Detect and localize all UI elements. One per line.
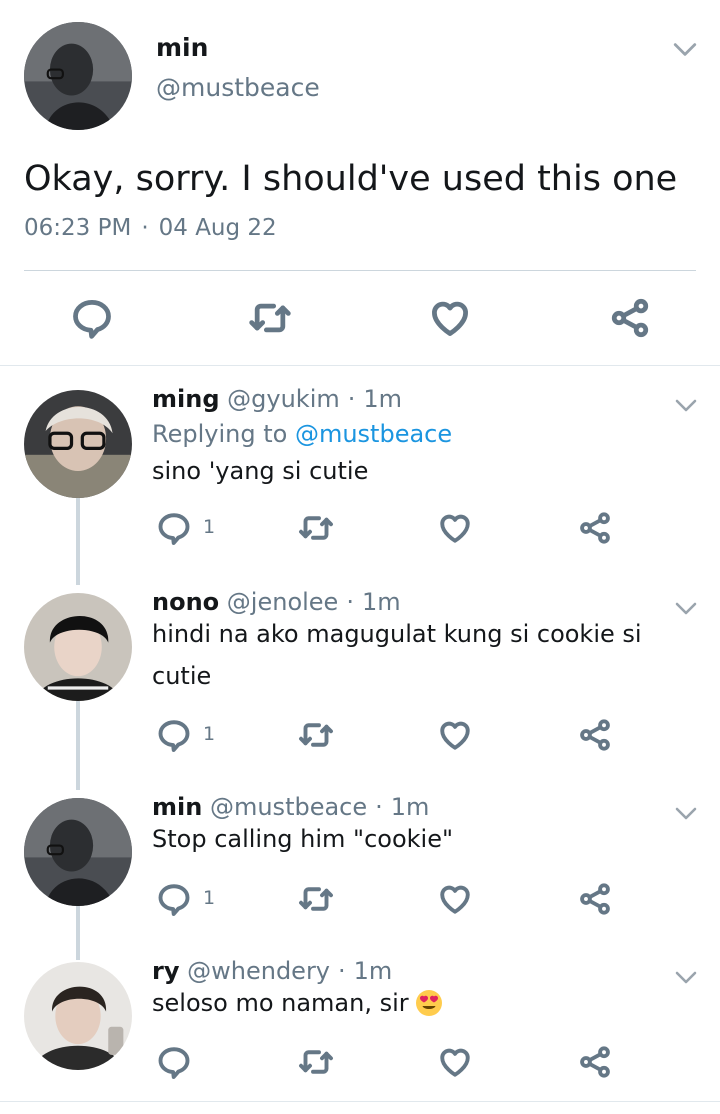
reply-time: 1m (361, 588, 401, 616)
avatar[interactable] (24, 22, 132, 130)
reply-count: 1 (203, 723, 216, 745)
reply-text: hindi na ako magugulat kung si cookie si… (152, 613, 672, 697)
main-tweet: min @mustbeace Okay, sorry. I should've … (0, 0, 720, 366)
display-name[interactable]: nono (152, 588, 219, 616)
chevron-down-icon[interactable] (674, 805, 698, 823)
like-icon[interactable] (437, 881, 473, 917)
share-icon[interactable] (577, 881, 613, 917)
display-name[interactable]: min (156, 33, 208, 62)
share-icon[interactable] (577, 510, 613, 546)
reply-text: sino 'yang si cutie (152, 457, 369, 485)
retweet-icon[interactable] (298, 717, 334, 753)
separator: · (347, 385, 356, 413)
user-handle[interactable]: @gyukim (227, 385, 340, 413)
like-icon[interactable] (437, 510, 473, 546)
retweet-icon[interactable] (298, 1044, 334, 1080)
divider (24, 270, 696, 271)
retweet-icon[interactable] (298, 881, 334, 917)
tweet-timestamp[interactable]: 06:23 PM · 04 Aug 22 (24, 215, 277, 241)
reply-icon[interactable] (156, 510, 192, 546)
retweet-icon[interactable] (248, 296, 292, 340)
separator: · (375, 793, 383, 821)
reply-time: 1m (353, 957, 393, 985)
avatar[interactable] (24, 390, 132, 498)
share-icon[interactable] (577, 1044, 613, 1080)
display-name[interactable]: min (152, 793, 202, 821)
like-icon[interactable] (437, 717, 473, 753)
user-handle[interactable]: @mustbeace (156, 73, 320, 102)
reply-icon[interactable] (156, 717, 192, 753)
reply-icon[interactable] (70, 296, 114, 340)
reply-header: ry @whendery · 1m (152, 957, 392, 985)
reply-text-content: seloso mo naman, sir (152, 989, 409, 1017)
reply-count: 1 (203, 887, 216, 909)
reply-time: 1m (390, 793, 430, 821)
user-handle[interactable]: @whendery (187, 957, 330, 985)
reply-actions: 1 (0, 717, 720, 757)
tweet-actions (0, 296, 720, 340)
user-handle[interactable]: @mustbeace (210, 793, 367, 821)
share-icon[interactable] (608, 296, 652, 340)
reply-header: min @mustbeace · 1m (152, 793, 429, 821)
reply-icon[interactable] (156, 881, 192, 917)
retweet-icon[interactable] (298, 510, 334, 546)
chevron-down-icon[interactable] (674, 397, 698, 415)
like-icon[interactable] (437, 1044, 473, 1080)
reply-time: 1m (363, 385, 403, 413)
avatar[interactable] (24, 593, 132, 701)
tweet-text: Okay, sorry. I should've used this one (24, 159, 678, 199)
tweet-time: 06:23 PM (24, 215, 132, 241)
reply-icon[interactable] (156, 1044, 192, 1080)
reply-header: ming @gyukim · 1m (152, 385, 402, 413)
chevron-down-icon[interactable] (674, 600, 698, 618)
display-name[interactable]: ry (152, 957, 179, 985)
separator: · (338, 957, 346, 985)
mention-link[interactable]: @mustbeace (295, 420, 452, 448)
heart-eyes-emoji (415, 988, 443, 1016)
tweet-date: 04 Aug 22 (158, 215, 277, 241)
like-icon[interactable] (428, 296, 472, 340)
divider (0, 1101, 720, 1102)
reply-text: Stop calling him "cookie" (152, 825, 454, 853)
replying-label: Replying to (152, 420, 288, 448)
user-handle[interactable]: @jenolee (227, 588, 339, 616)
reply-actions: 1 (0, 510, 720, 550)
reply-actions: 1 (0, 881, 720, 921)
reply-text-line: cutie (152, 662, 212, 690)
display-name[interactable]: ming (152, 385, 220, 413)
replying-to: Replying to @mustbeace (152, 420, 452, 448)
reply-header: nono @jenolee · 1m (152, 588, 401, 616)
reply-text: seloso mo naman, sir (152, 982, 672, 1024)
reply-text-line: hindi na ako magugulat kung si cookie si (152, 620, 642, 648)
chevron-down-icon[interactable] (672, 40, 698, 60)
share-icon[interactable] (577, 717, 613, 753)
chevron-down-icon[interactable] (674, 969, 698, 987)
separator: · (346, 588, 354, 616)
separator: · (141, 215, 149, 241)
reply-count: 1 (203, 516, 216, 538)
reply-actions (0, 1044, 720, 1084)
